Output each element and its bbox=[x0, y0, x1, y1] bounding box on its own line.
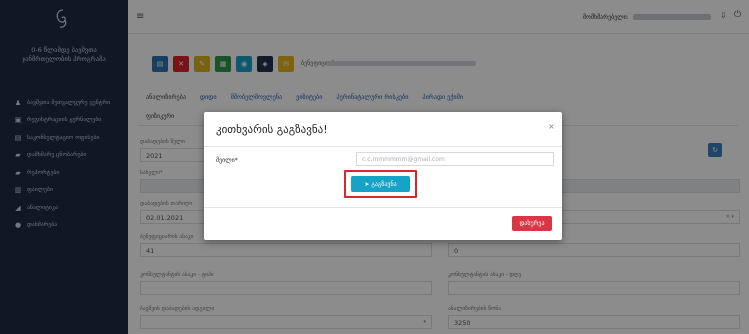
paper-plane-icon: ➤ bbox=[364, 180, 370, 188]
modal-divider bbox=[204, 146, 562, 147]
send-button-label: გაგზავნა bbox=[371, 180, 397, 188]
email-field[interactable]: c.c.mmmmmm@gmail.com bbox=[356, 152, 554, 166]
email-label: მეილი* bbox=[216, 157, 238, 164]
modal-divider bbox=[204, 207, 562, 208]
close-icon[interactable]: × bbox=[548, 122, 555, 131]
send-questionnaire-modal: კითხვარის გაგზავნა! × მეილი* c.c.mmmmmm@… bbox=[204, 112, 562, 240]
close-button[interactable]: დახურვა bbox=[512, 216, 552, 231]
send-button[interactable]: ➤ გაგზავნა bbox=[351, 176, 410, 192]
modal-title: კითხვარის გაგზავნა! bbox=[216, 123, 328, 136]
